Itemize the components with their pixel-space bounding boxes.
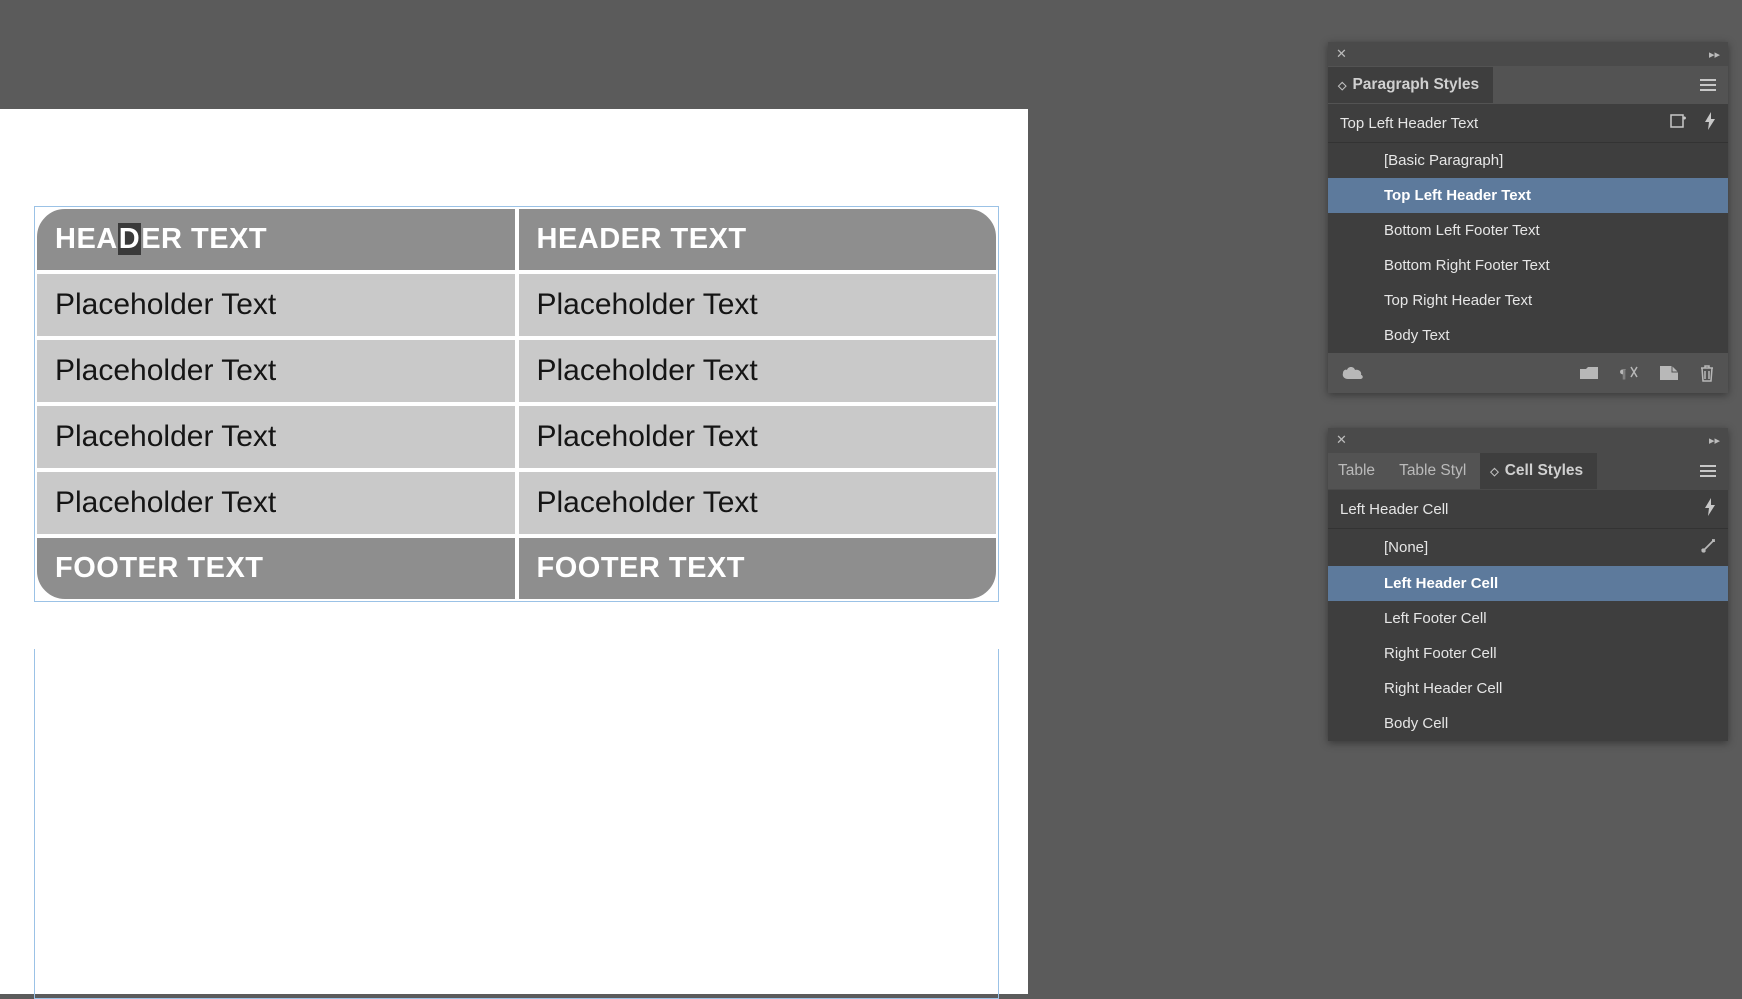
tab-label: Table Styl <box>1399 462 1466 480</box>
header-cell-right[interactable]: HEADER TEXT <box>517 207 999 272</box>
tab-paragraph-styles[interactable]: ◇ Paragraph Styles <box>1328 67 1493 103</box>
text-frame-overflow[interactable] <box>34 649 999 999</box>
body-cell[interactable]: Placeholder Text <box>517 404 999 470</box>
text-cursor-selection: D <box>118 223 141 255</box>
current-style-row: Top Left Header Text <box>1328 104 1728 143</box>
header-text-post: ER TEXT <box>141 223 267 255</box>
text-frame[interactable]: HEADER TEXT HEADER TEXT Placeholder Text… <box>34 206 999 602</box>
close-icon[interactable]: ✕ <box>1336 432 1347 448</box>
quick-apply-icon[interactable] <box>1704 498 1716 520</box>
table-row[interactable]: Placeholder Text Placeholder Text <box>35 470 998 536</box>
table-row[interactable]: Placeholder Text Placeholder Text <box>35 404 998 470</box>
body-cell[interactable]: Placeholder Text <box>517 470 999 536</box>
body-cell[interactable]: Placeholder Text <box>35 404 517 470</box>
current-style-row: Left Header Cell <box>1328 490 1728 529</box>
paragraph-style-list: [Basic Paragraph] Top Left Header Text B… <box>1328 143 1728 353</box>
quick-apply-icon[interactable] <box>1704 112 1716 134</box>
style-item-none[interactable]: [None] <box>1328 529 1728 566</box>
style-item-left-footer-cell[interactable]: Left Footer Cell <box>1328 601 1728 636</box>
header-text-pre: HEA <box>55 223 118 255</box>
table-row[interactable]: Placeholder Text Placeholder Text <box>35 272 998 338</box>
panel-titlebar[interactable]: ✕ ▸▸ <box>1328 428 1728 452</box>
panel-tabs: ◇ Paragraph Styles <box>1328 66 1728 104</box>
style-item-body-text[interactable]: Body Text <box>1328 318 1728 353</box>
panel-body: Left Header Cell [None] Left Header Cell… <box>1328 490 1728 741</box>
document-table[interactable]: HEADER TEXT HEADER TEXT Placeholder Text… <box>35 207 998 601</box>
style-item-bottom-right-footer-text[interactable]: Bottom Right Footer Text <box>1328 248 1728 283</box>
current-style-name: Top Left Header Text <box>1340 115 1478 132</box>
current-style-name: Left Header Cell <box>1340 501 1448 518</box>
tab-table[interactable]: Table <box>1328 453 1389 489</box>
style-item-left-header-cell[interactable]: Left Header Cell <box>1328 566 1728 601</box>
tab-label: Table <box>1338 462 1375 480</box>
sort-icon: ◇ <box>1338 79 1346 92</box>
panel-menu-icon[interactable] <box>1688 79 1728 91</box>
body-cell[interactable]: Placeholder Text <box>517 338 999 404</box>
panel-titlebar[interactable]: ✕ ▸▸ <box>1328 42 1728 66</box>
style-item-basic-paragraph[interactable]: [Basic Paragraph] <box>1328 143 1728 178</box>
table-header-row[interactable]: HEADER TEXT HEADER TEXT <box>35 207 998 272</box>
body-cell[interactable]: Placeholder Text <box>517 272 999 338</box>
close-icon[interactable]: ✕ <box>1336 46 1347 62</box>
new-group-icon[interactable] <box>1670 114 1686 132</box>
collapse-icon[interactable]: ▸▸ <box>1709 48 1720 61</box>
table-footer-row[interactable]: FOOTER TEXT FOOTER TEXT <box>35 536 998 601</box>
panel-body: Top Left Header Text [Basic Paragraph] T… <box>1328 104 1728 353</box>
new-style-icon[interactable] <box>1660 366 1678 380</box>
style-item-top-left-header-text[interactable]: Top Left Header Text <box>1328 178 1728 213</box>
panel-menu-icon[interactable] <box>1688 465 1728 477</box>
body-cell[interactable]: Placeholder Text <box>35 272 517 338</box>
sort-icon: ◇ <box>1490 465 1498 478</box>
tab-cell-styles[interactable]: ◇ Cell Styles <box>1480 453 1597 489</box>
paragraph-styles-panel: ✕ ▸▸ ◇ Paragraph Styles Top Left Header … <box>1328 42 1728 393</box>
panel-footer: ¶ <box>1328 353 1728 393</box>
trash-icon[interactable] <box>1700 365 1714 382</box>
new-folder-icon[interactable] <box>1580 366 1598 380</box>
style-item-top-right-header-text[interactable]: Top Right Header Text <box>1328 283 1728 318</box>
header-cell-left[interactable]: HEADER TEXT <box>35 207 517 272</box>
style-item-right-footer-cell[interactable]: Right Footer Cell <box>1328 636 1728 671</box>
svg-text:¶: ¶ <box>1620 366 1626 381</box>
cell-styles-panel: ✕ ▸▸ Table Table Styl ◇ Cell Styles Left… <box>1328 428 1728 741</box>
body-cell[interactable]: Placeholder Text <box>35 338 517 404</box>
style-item-right-header-cell[interactable]: Right Header Cell <box>1328 671 1728 706</box>
collapse-icon[interactable]: ▸▸ <box>1709 434 1720 447</box>
body-cell[interactable]: Placeholder Text <box>35 470 517 536</box>
style-item-body-cell[interactable]: Body Cell <box>1328 706 1728 741</box>
document-canvas[interactable]: HEADER TEXT HEADER TEXT Placeholder Text… <box>0 109 1028 994</box>
tab-table-styles[interactable]: Table Styl <box>1389 453 1480 489</box>
footer-cell-left[interactable]: FOOTER TEXT <box>35 536 517 601</box>
style-item-label: [None] <box>1384 539 1428 556</box>
style-item-bottom-left-footer-text[interactable]: Bottom Left Footer Text <box>1328 213 1728 248</box>
cell-style-list: [None] Left Header Cell Left Footer Cell… <box>1328 529 1728 741</box>
lock-icon <box>1700 538 1716 557</box>
panel-tabs: Table Table Styl ◇ Cell Styles <box>1328 452 1728 490</box>
tab-label: Paragraph Styles <box>1352 76 1479 94</box>
table-row[interactable]: Placeholder Text Placeholder Text <box>35 338 998 404</box>
cc-libraries-icon[interactable] <box>1342 365 1364 381</box>
footer-cell-right[interactable]: FOOTER TEXT <box>517 536 999 601</box>
clear-overrides-icon[interactable]: ¶ <box>1620 365 1638 381</box>
tab-label: Cell Styles <box>1505 462 1583 480</box>
